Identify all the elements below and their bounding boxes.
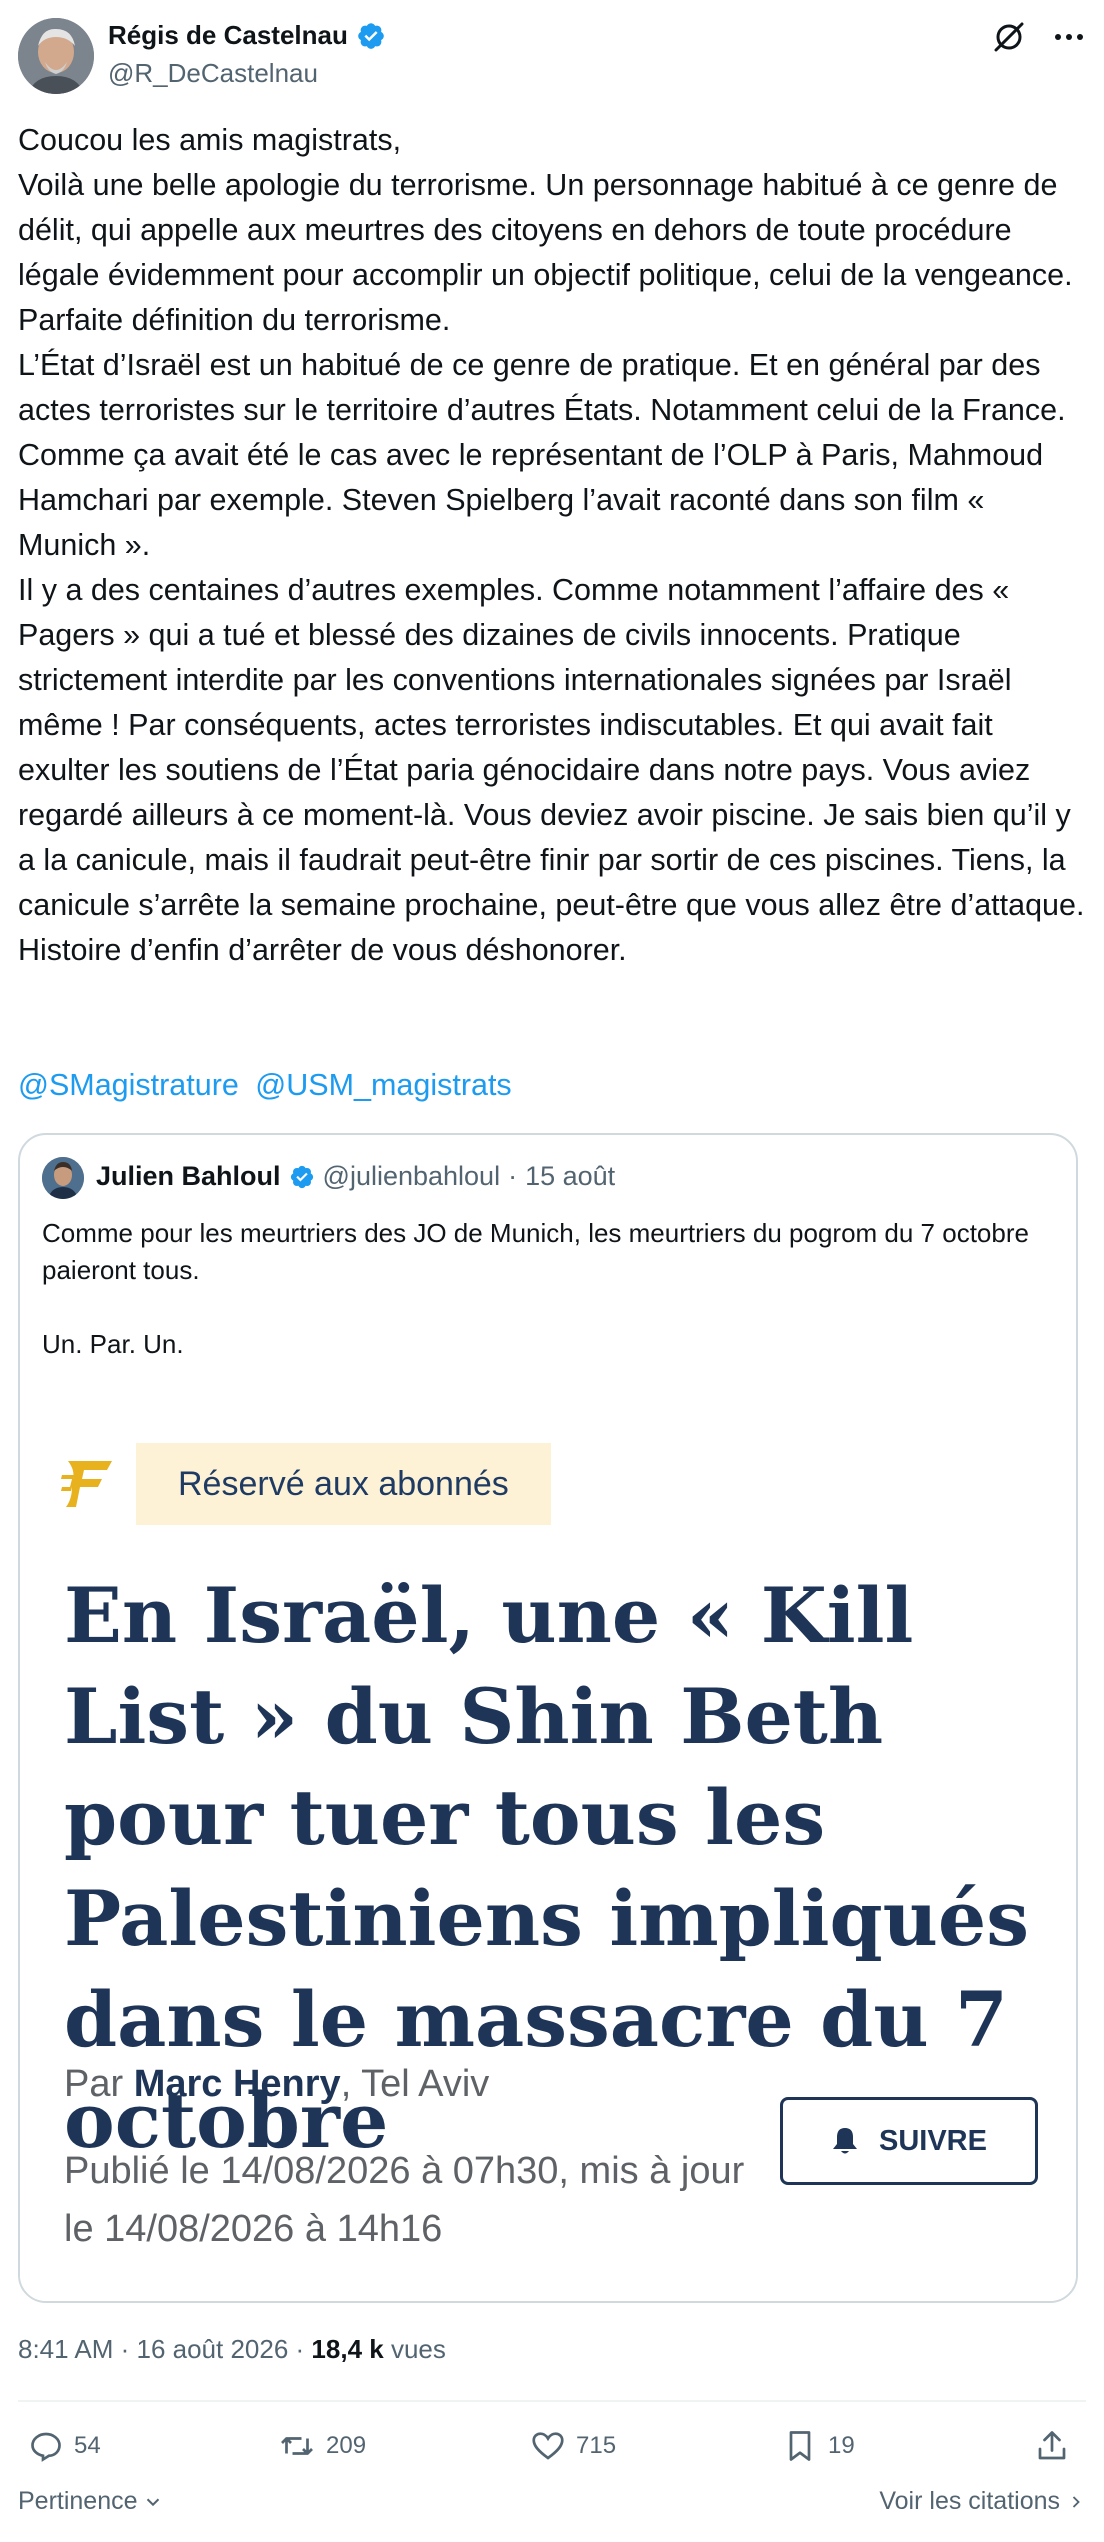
chevron-right-icon (1072, 2495, 1080, 2508)
reply-count: 54 (74, 2432, 101, 2459)
divider (18, 2400, 1086, 2402)
follow-label: SUIVRE (879, 2124, 987, 2157)
meta-separator: · (508, 1161, 518, 1191)
author-avatar[interactable] (18, 18, 94, 94)
follow-author-button: SUIVRE (780, 2097, 1038, 2185)
reply-button[interactable]: 54 (28, 2428, 101, 2464)
share-button[interactable] (1034, 2428, 1070, 2464)
like-button[interactable]: 715 (530, 2428, 616, 2464)
quotes-link-label: Voir les citations (879, 2487, 1060, 2515)
like-icon (532, 2432, 564, 2460)
sort-dropdown[interactable]: Pertinence (18, 2487, 164, 2516)
views-label: vues (383, 2334, 446, 2364)
quoted-date[interactable]: 15 août (525, 1161, 615, 1192)
tweet-text: Coucou les amis magistrats, Voilà une be… (18, 123, 1085, 967)
more-icon[interactable] (1052, 20, 1086, 54)
article-image[interactable]: Réservé aux abonnés En Israël, une « Kil… (20, 1415, 1076, 2301)
bookmark-button[interactable]: 19 (782, 2428, 855, 2464)
byline-prefix: Par (64, 2063, 134, 2105)
like-count: 715 (576, 2432, 617, 2459)
author-name-row[interactable]: Régis de Castelnau (108, 20, 386, 51)
tweet-mentions: @SMagistrature @USM_magistrats (18, 1068, 512, 1103)
author-handle[interactable]: @R_DeCastelnau (108, 58, 318, 89)
article-published-date: Publié le 14/08/2026 à 07h30, mis à jour… (64, 2150, 745, 2250)
quoted-author-avatar[interactable] (42, 1157, 84, 1199)
article-byline: Par Marc Henry, Tel Aviv (64, 2063, 489, 2106)
quoted-author-name[interactable]: Julien Bahloul (96, 1161, 281, 1192)
bell-icon (833, 2128, 857, 2154)
sort-label: Pertinence (18, 2487, 138, 2515)
quoted-tweet[interactable]: Julien Bahloul @julienbahloul · 15 août … (18, 1133, 1078, 2303)
views-count: 18,4 k (311, 2334, 384, 2364)
bookmark-count: 19 (828, 2432, 855, 2459)
repost-icon (281, 2437, 313, 2455)
mention-link[interactable]: @USM_magistrats (255, 1068, 511, 1102)
verified-icon (290, 1165, 313, 1188)
quoted-header: Julien Bahloul @julienbahloul · 15 août (96, 1161, 615, 1192)
bookmark-icon (789, 2431, 811, 2461)
share-icon (1038, 2431, 1066, 2460)
repost-button[interactable]: 209 (278, 2428, 366, 2464)
chevron-down-icon (146, 2498, 159, 2506)
top-actions (992, 20, 1086, 54)
verified-icon (358, 22, 384, 49)
figaro-logo-icon (61, 1461, 112, 1507)
byline-location: , Tel Aviv (340, 2063, 490, 2105)
quoted-author-handle[interactable]: @julienbahloul (323, 1161, 501, 1192)
byline-author: Marc Henry (133, 2063, 341, 2105)
grok-icon[interactable] (992, 20, 1026, 54)
mention-link[interactable]: @SMagistrature (18, 1068, 239, 1102)
view-quotes-link[interactable]: Voir les citations (879, 2487, 1086, 2516)
author-name[interactable]: Régis de Castelnau (108, 20, 348, 51)
tweet-timestamp[interactable]: 8:41 AM · 16 août 2026 · (18, 2334, 311, 2364)
repost-count: 209 (326, 2432, 367, 2459)
reply-icon (31, 2432, 61, 2462)
subscriber-badge: Réservé aux abonnés (136, 1443, 551, 1525)
quoted-text: Comme pour les meurtriers des JO de Muni… (42, 1218, 1029, 1359)
tweet-meta: 8:41 AM · 16 août 2026 · 18,4 k vues (18, 2334, 446, 2365)
